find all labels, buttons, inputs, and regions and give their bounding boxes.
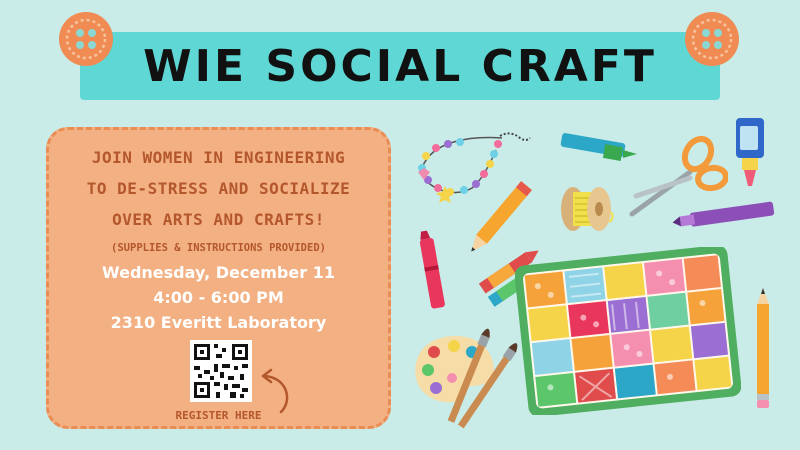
intro-line: TO DE-STRESS AND SOCIALIZE <box>86 179 351 198</box>
register-here-label[interactable]: REGISTER HERE <box>49 409 388 422</box>
pencil-icon <box>757 288 769 408</box>
supplies-note: (SUPPLIES & INSTRUCTIONS PROVIDED) <box>111 242 326 254</box>
event-info-panel: JOIN WOMEN IN ENGINEERING TO DE-STRESS A… <box>46 127 391 429</box>
glue-icon <box>736 118 764 186</box>
quilt-icon <box>515 247 741 415</box>
title-banner: WIE SOCIAL CRAFT <box>80 32 720 100</box>
intro-line: OVER ARTS AND CRAFTS! <box>112 210 325 229</box>
event-time: 4:00 - 6:00 PM <box>153 288 284 307</box>
qr-code[interactable] <box>190 340 252 402</box>
page-title: WIE SOCIAL CRAFT <box>143 40 657 92</box>
event-date: Wednesday, December 11 <box>102 263 335 282</box>
sewing-button-icon <box>59 12 113 66</box>
intro-line: JOIN WOMEN IN ENGINEERING <box>91 148 346 167</box>
marker-icon <box>419 230 445 309</box>
thread-spool-icon <box>561 187 614 231</box>
paintbrush-icon <box>447 328 518 429</box>
marker-icon <box>672 201 775 227</box>
sewing-button-icon <box>685 12 739 66</box>
event-location: 2310 Everitt Laboratory <box>110 313 327 332</box>
